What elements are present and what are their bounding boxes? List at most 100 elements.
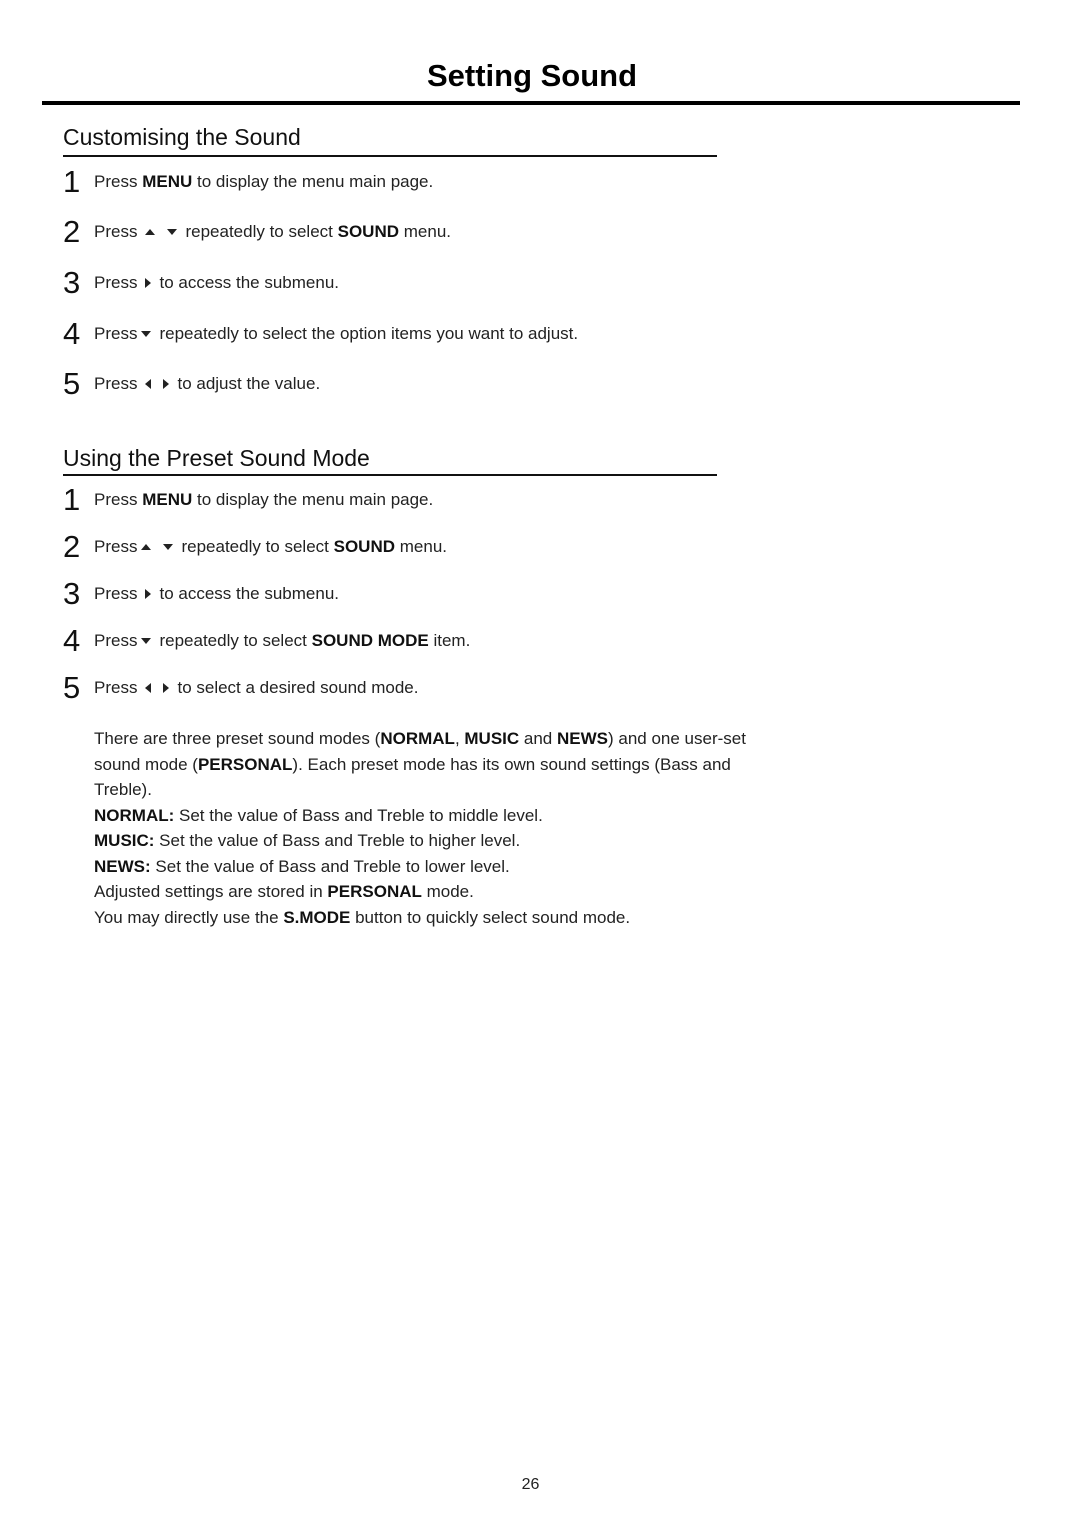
step-text: Press to access the submenu. bbox=[94, 273, 339, 293]
step-5: 5 Press to select a desired sound mode. bbox=[63, 668, 418, 708]
step-text: Press repeatedly to select the option it… bbox=[94, 324, 578, 344]
step-text: Press repeatedly to select SOUND menu. bbox=[94, 537, 447, 557]
sound-menu-label: SOUND bbox=[333, 537, 396, 556]
step-1: 1 Press MENU to display the menu main pa… bbox=[63, 162, 433, 202]
step-text: Press repeatedly to select SOUND MODE it… bbox=[94, 631, 470, 651]
step-number: 4 bbox=[63, 316, 81, 351]
note-bold: PERSONAL bbox=[327, 882, 422, 901]
step-text-part: Press bbox=[94, 222, 138, 241]
title-rule bbox=[42, 101, 1020, 105]
note-personal: Adjusted settings are stored in PERSONAL… bbox=[94, 879, 794, 905]
down-arrow-icon bbox=[163, 544, 174, 550]
left-arrow-icon bbox=[145, 379, 152, 389]
step-text-part: item. bbox=[428, 631, 471, 650]
step-text-part: repeatedly to select the option items yo… bbox=[159, 324, 579, 343]
down-arrow-icon bbox=[167, 229, 178, 235]
text: and bbox=[519, 729, 557, 748]
page-number: 26 bbox=[521, 1476, 540, 1493]
step-text: Press to adjust the value. bbox=[94, 374, 320, 394]
step-text-part: Press bbox=[94, 584, 138, 603]
section-rule bbox=[63, 155, 717, 157]
step-text-part: Press bbox=[94, 273, 138, 292]
section-heading-customising: Customising the Sound bbox=[63, 124, 301, 150]
mode-personal: PERSONAL bbox=[197, 754, 293, 774]
step-text-part: Press bbox=[94, 678, 138, 697]
step-text-part: to access the submenu. bbox=[159, 273, 340, 292]
step-text-part: to display the menu main page. bbox=[192, 172, 434, 191]
mode-news: NEWS bbox=[556, 729, 608, 748]
down-arrow-icon bbox=[141, 638, 152, 644]
step-text-part: repeatedly to select bbox=[159, 631, 312, 650]
note-label: NEWS: bbox=[94, 856, 151, 876]
text: There are three preset sound modes ( bbox=[94, 729, 381, 748]
step-4: 4 Press repeatedly to select the option … bbox=[63, 314, 578, 354]
step-number: 1 bbox=[63, 164, 81, 199]
text: , bbox=[454, 729, 465, 748]
note-music: MUSIC: Set the value of Bass and Treble … bbox=[94, 828, 794, 854]
step-text: Press MENU to display the menu main page… bbox=[94, 172, 433, 192]
step-text-part: Press bbox=[94, 172, 143, 191]
right-arrow-icon bbox=[163, 683, 170, 693]
down-arrow-icon bbox=[141, 331, 152, 337]
step-text-part: Press bbox=[94, 631, 138, 650]
step-text: Press MENU to display the menu main page… bbox=[94, 490, 433, 510]
step-text-part: Press bbox=[94, 537, 138, 556]
mode-music: MUSIC bbox=[464, 729, 520, 748]
note-text: Adjusted settings are stored in bbox=[94, 882, 328, 901]
step-1: 1 Press MENU to display the menu main pa… bbox=[63, 480, 433, 520]
smode-button-label: S.MODE bbox=[283, 907, 351, 927]
note-text: Set the value of Bass and Treble to high… bbox=[154, 831, 521, 850]
note-text: Set the value of Bass and Treble to midd… bbox=[174, 805, 543, 825]
right-arrow-icon bbox=[163, 379, 170, 389]
step-text-part: to adjust the value. bbox=[177, 374, 321, 393]
up-arrow-icon bbox=[141, 544, 152, 550]
notes-intro: There are three preset sound modes (NORM… bbox=[94, 726, 764, 803]
step-number: 4 bbox=[63, 623, 81, 658]
step-3: 3 Press to access the submenu. bbox=[63, 574, 339, 614]
step-number: 5 bbox=[63, 670, 81, 705]
note-label: NORMAL: bbox=[94, 805, 175, 825]
mode-normal: NORMAL bbox=[380, 729, 455, 748]
step-text: Press to access the submenu. bbox=[94, 584, 339, 604]
step-text: Press repeatedly to select SOUND menu. bbox=[94, 222, 451, 242]
section-rule bbox=[63, 474, 717, 476]
step-text: Press to select a desired sound mode. bbox=[94, 678, 418, 698]
note-text: You may directly use the bbox=[94, 907, 284, 927]
page-title: Setting Sound bbox=[426, 58, 638, 93]
note-label: MUSIC: bbox=[94, 831, 155, 850]
step-text-part: repeatedly to select bbox=[185, 222, 338, 241]
menu-key-label: MENU bbox=[142, 490, 193, 509]
step-number: 3 bbox=[63, 576, 81, 611]
step-text-part: menu. bbox=[395, 537, 448, 556]
left-arrow-icon bbox=[145, 683, 152, 693]
step-number: 2 bbox=[63, 529, 81, 564]
step-5: 5 Press to adjust the value. bbox=[63, 364, 320, 404]
note-normal: NORMAL: Set the value of Bass and Treble… bbox=[94, 803, 794, 829]
step-2: 2 Press repeatedly to select SOUND menu. bbox=[63, 212, 451, 252]
sound-mode-notes: There are three preset sound modes (NORM… bbox=[94, 726, 794, 930]
right-arrow-icon bbox=[145, 589, 152, 599]
step-text-part: Press bbox=[94, 490, 143, 509]
step-4: 4 Press repeatedly to select SOUND MODE … bbox=[63, 621, 470, 661]
up-arrow-icon bbox=[145, 229, 156, 235]
step-3: 3 Press to access the submenu. bbox=[63, 263, 339, 303]
note-text: mode. bbox=[421, 882, 474, 901]
step-text-part: to select a desired sound mode. bbox=[177, 678, 419, 697]
step-text-part: menu. bbox=[399, 222, 452, 241]
step-number: 3 bbox=[63, 265, 81, 300]
step-text-part: to display the menu main page. bbox=[192, 490, 434, 509]
note-text: Set the value of Bass and Treble to lowe… bbox=[150, 856, 510, 876]
step-2: 2 Press repeatedly to select SOUND menu. bbox=[63, 527, 447, 567]
step-text-part: Press bbox=[94, 324, 138, 343]
menu-key-label: MENU bbox=[142, 172, 193, 191]
sound-menu-label: SOUND bbox=[337, 222, 400, 241]
step-text-part: to access the submenu. bbox=[159, 584, 340, 603]
right-arrow-icon bbox=[145, 278, 152, 288]
section-heading-preset-sound-mode: Using the Preset Sound Mode bbox=[63, 445, 370, 471]
step-number: 2 bbox=[63, 214, 81, 249]
step-number: 5 bbox=[63, 366, 81, 401]
note-text: button to quickly select sound mode. bbox=[350, 907, 631, 927]
sound-mode-label: SOUND MODE bbox=[311, 631, 429, 650]
step-number: 1 bbox=[63, 482, 81, 517]
step-text-part: Press bbox=[94, 374, 138, 393]
